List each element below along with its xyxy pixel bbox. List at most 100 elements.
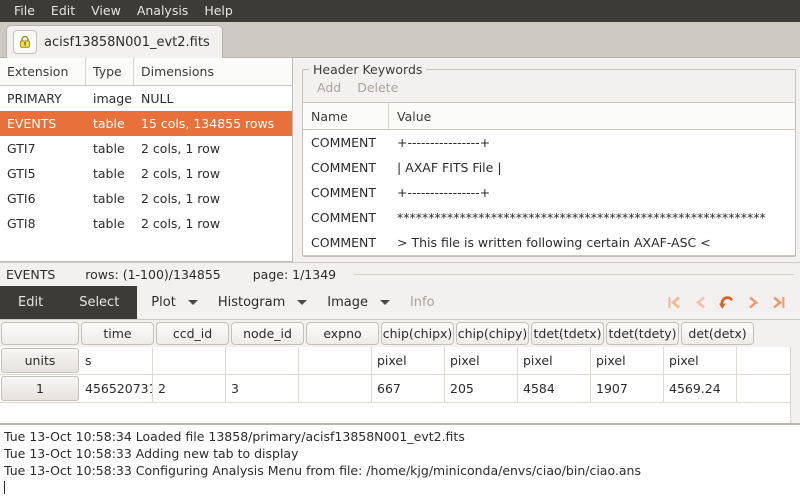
select-menu-button[interactable]: Select bbox=[61, 286, 137, 319]
extension-dimensions: 2 cols, 1 row bbox=[134, 166, 292, 181]
log-pane[interactable]: Tue 13-Oct 10:58:34 Loaded file 13858/pr… bbox=[0, 423, 800, 500]
column-header-extension[interactable]: Extension bbox=[0, 58, 86, 85]
extension-type: table bbox=[86, 191, 134, 206]
menu-bar: File Edit View Analysis Help bbox=[0, 0, 800, 22]
header-keywords-table: Name Value COMMENT +----------------+ CO… bbox=[303, 102, 795, 256]
log-line: Tue 13-Oct 10:58:33 Adding new tab to di… bbox=[4, 445, 800, 462]
column-header-value[interactable]: Value bbox=[389, 103, 795, 129]
cell-ccd_id: 2 bbox=[153, 375, 226, 402]
column-header-time[interactable]: time bbox=[81, 322, 154, 345]
menu-item-analysis[interactable]: Analysis bbox=[129, 0, 197, 22]
extension-dimensions: 15 cols, 134855 rows bbox=[134, 116, 292, 131]
cell-node_id: 3 bbox=[226, 375, 299, 402]
menu-item-edit[interactable]: Edit bbox=[43, 0, 83, 22]
keyword-row[interactable]: COMMENT | AXAF FITS File | bbox=[303, 155, 795, 180]
add-keyword-button[interactable]: Add bbox=[317, 80, 341, 95]
data-table[interactable]: time ccd_id node_id expno chip(chipx) ch… bbox=[0, 319, 800, 423]
column-header-type[interactable]: Type bbox=[86, 58, 134, 85]
column-header-tdetx[interactable]: tdet(tdetx) bbox=[531, 322, 604, 345]
extension-row-gti8[interactable]: GTI8 table 2 cols, 1 row bbox=[0, 211, 292, 236]
log-line: Tue 13-Oct 10:58:33 Configuring Analysis… bbox=[4, 462, 800, 479]
cell-detx: pixel bbox=[664, 347, 737, 374]
header-keywords-title: Header Keywords bbox=[309, 62, 426, 77]
extension-type: table bbox=[86, 116, 134, 131]
table-row[interactable]: 1 456520731. 7 2 3 667 205 4584 1907 456… bbox=[0, 375, 800, 403]
last-page-icon[interactable] bbox=[769, 292, 788, 314]
cell-tdety: 1907 bbox=[591, 375, 664, 402]
cell-ccd_id bbox=[153, 347, 226, 374]
extension-row-gti6[interactable]: GTI6 table 2 cols, 1 row bbox=[0, 186, 292, 211]
histogram-menu-button[interactable]: Histogram bbox=[204, 295, 313, 310]
keyword-value: +----------------+ bbox=[389, 135, 795, 150]
row-header-1[interactable]: 1 bbox=[1, 376, 79, 401]
keyword-name: COMMENT bbox=[303, 160, 389, 175]
chevron-down-icon bbox=[380, 300, 390, 305]
plot-menu-button[interactable]: Plot bbox=[137, 295, 204, 310]
keyword-value: ****************************************… bbox=[389, 210, 795, 225]
delete-keyword-button[interactable]: Delete bbox=[357, 80, 398, 95]
edit-menu-button[interactable]: Edit bbox=[0, 286, 61, 319]
plot-label: Plot bbox=[151, 295, 176, 310]
tab-label: acisf13858N001_evt2.fits bbox=[44, 35, 210, 50]
image-menu-button[interactable]: Image bbox=[313, 295, 396, 310]
keywords-table-header: Name Value bbox=[303, 103, 795, 130]
column-header-node_id[interactable]: node_id bbox=[231, 322, 304, 345]
lock-icon[interactable] bbox=[13, 30, 37, 54]
upper-split: Extension Type Dimensions PRIMARY image … bbox=[0, 58, 800, 262]
table-row[interactable]: units s pixel pixel pixel pixel pixel bbox=[0, 347, 800, 375]
extension-type: image bbox=[86, 91, 134, 106]
log-line: Tue 13-Oct 10:58:34 Loaded file 13858/pr… bbox=[4, 428, 800, 445]
data-table-scrollbar[interactable] bbox=[790, 347, 800, 423]
tab-file[interactable]: acisf13858N001_evt2.fits bbox=[6, 25, 223, 58]
info-button[interactable]: Info bbox=[396, 295, 441, 310]
cell-expno bbox=[299, 347, 372, 374]
column-header-name[interactable]: Name bbox=[303, 103, 389, 129]
cell-tdetx: 4584 bbox=[518, 375, 591, 402]
extension-row-gti7[interactable]: GTI7 table 2 cols, 1 row bbox=[0, 136, 292, 161]
first-page-icon[interactable] bbox=[665, 292, 684, 314]
keyword-name: COMMENT bbox=[303, 210, 389, 225]
extension-list-header: Extension Type Dimensions bbox=[0, 58, 292, 86]
cell-expno bbox=[299, 375, 372, 402]
next-page-icon[interactable] bbox=[743, 292, 762, 314]
menu-item-file[interactable]: File bbox=[6, 0, 43, 22]
cell-tdetx: pixel bbox=[518, 347, 591, 374]
keyword-value: | AXAF FITS File | bbox=[389, 160, 795, 175]
header-keywords-groupbox: Header Keywords Add Delete Name Value CO… bbox=[302, 69, 796, 257]
cell-chipy: 205 bbox=[445, 375, 518, 402]
extension-row-events[interactable]: EVENTS table 15 cols, 134855 rows bbox=[0, 111, 292, 136]
tab-strip: acisf13858N001_evt2.fits bbox=[0, 22, 800, 58]
column-header-ccd_id[interactable]: ccd_id bbox=[156, 322, 229, 345]
extension-row-gti5[interactable]: GTI5 table 2 cols, 1 row bbox=[0, 161, 292, 186]
column-header-detx[interactable]: det(detx) bbox=[681, 322, 754, 345]
panel-splitter[interactable] bbox=[293, 58, 300, 262]
cell-detx: 4569.24 bbox=[664, 375, 737, 402]
extension-row-primary[interactable]: PRIMARY image NULL bbox=[0, 86, 292, 111]
cell-chipx: 667 bbox=[372, 375, 445, 402]
row-header-units[interactable]: units bbox=[1, 348, 79, 373]
extension-name: GTI5 bbox=[0, 166, 86, 181]
column-header-chipx[interactable]: chip(chipx) bbox=[381, 322, 454, 345]
row-number-column-header[interactable] bbox=[1, 322, 79, 345]
column-header-chipy[interactable]: chip(chipy) bbox=[456, 322, 529, 345]
keyword-row[interactable]: COMMENT +----------------+ bbox=[303, 130, 795, 155]
histogram-label: Histogram bbox=[218, 295, 285, 310]
extension-dimensions: 2 cols, 1 row bbox=[134, 191, 292, 206]
keyword-row[interactable]: COMMENT ********************************… bbox=[303, 205, 795, 230]
menu-item-view[interactable]: View bbox=[83, 0, 129, 22]
previous-page-icon[interactable] bbox=[691, 292, 710, 314]
status-page-number: page: 1/1349 bbox=[253, 267, 336, 282]
keyword-row[interactable]: COMMENT +----------------+ bbox=[303, 180, 795, 205]
menu-item-help[interactable]: Help bbox=[196, 0, 241, 22]
status-row-range: rows: (1-100)/134855 bbox=[85, 267, 220, 282]
cell-tdety: pixel bbox=[591, 347, 664, 374]
cell-time: s bbox=[80, 347, 153, 374]
keyword-row[interactable]: COMMENT > This file is written following… bbox=[303, 230, 795, 255]
extension-type: table bbox=[86, 216, 134, 231]
column-header-dimensions[interactable]: Dimensions bbox=[134, 58, 292, 85]
extension-list-panel: Extension Type Dimensions PRIMARY image … bbox=[0, 58, 293, 262]
column-header-tdety[interactable]: tdet(tdety) bbox=[606, 322, 679, 345]
refresh-icon[interactable] bbox=[717, 292, 736, 314]
cell-node_id bbox=[226, 347, 299, 374]
column-header-expno[interactable]: expno bbox=[306, 322, 379, 345]
